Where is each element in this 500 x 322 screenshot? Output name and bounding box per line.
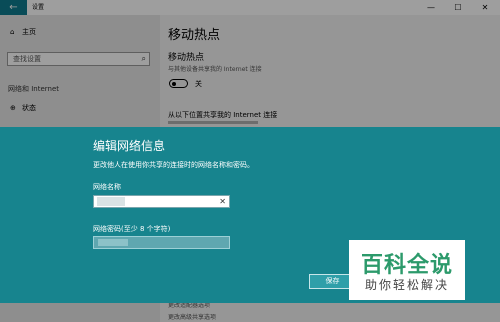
dialog-title: 编辑网络信息 (93, 139, 166, 153)
network-name-label: 网络名称 (93, 183, 121, 191)
dialog-description: 更改他人在使用你共享的连接时的网络名称和密码。 (93, 161, 254, 169)
network-name-field[interactable]: ✕ (93, 195, 230, 208)
network-password-field[interactable] (93, 236, 230, 249)
network-password-value (98, 239, 128, 246)
clear-icon[interactable]: ✕ (219, 196, 226, 207)
watermark-title: 百科全说 (360, 253, 453, 278)
watermark-subtitle: 助你轻松解决 (364, 278, 449, 292)
network-password-label: 网络密码(至少 8 个字符) (93, 225, 171, 233)
watermark-logo: 百科全说 助你轻松解决 (349, 240, 465, 300)
network-name-value (97, 197, 125, 206)
